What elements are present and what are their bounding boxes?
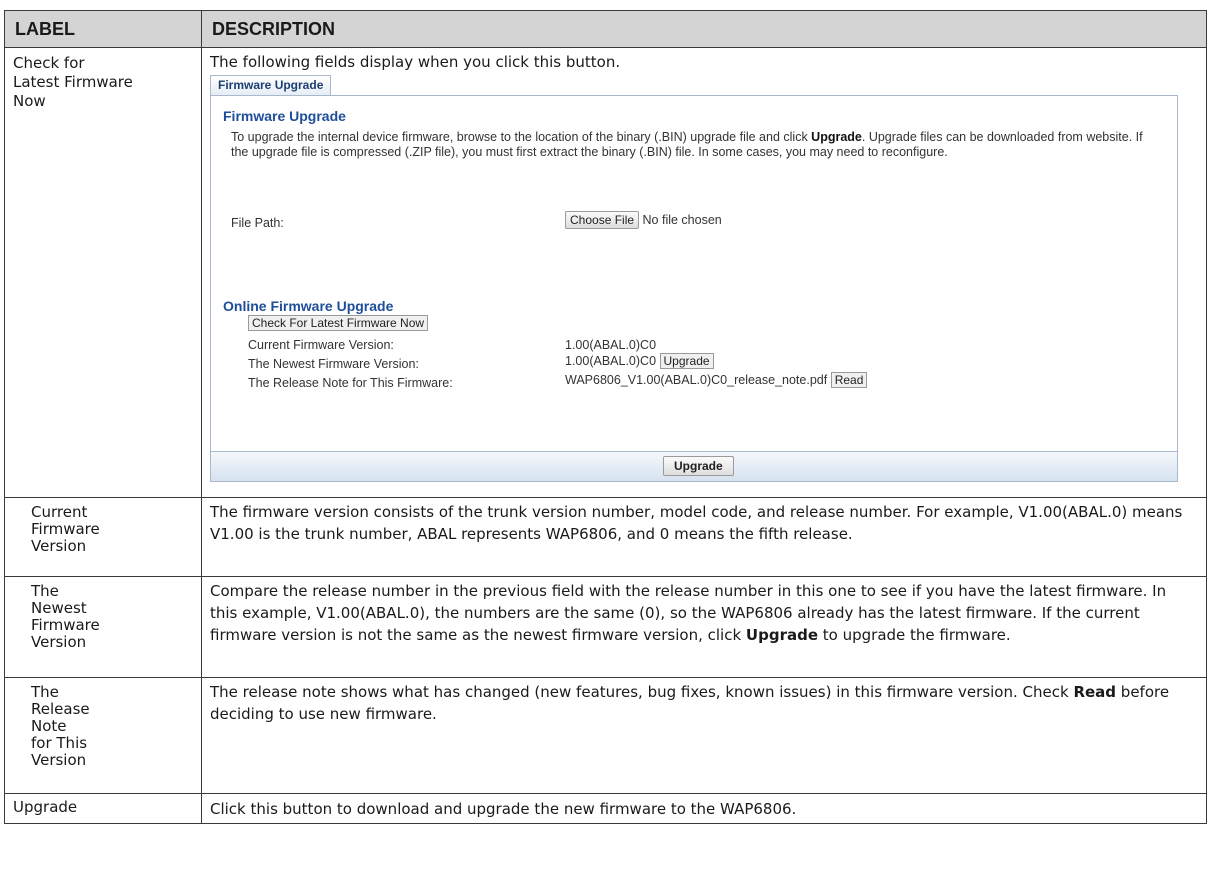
row-label-release-note: The Release Note for This Version: [4, 677, 202, 794]
firmware-field-table: LABEL DESCRIPTION Check for Latest Firmw…: [4, 10, 1207, 824]
footer-upgrade-button[interactable]: Upgrade: [663, 456, 734, 476]
firmware-upgrade-screenshot: Firmware Upgrade Firmware Upgrade To upg…: [210, 73, 1178, 482]
read-button[interactable]: Read: [830, 372, 868, 388]
inline-upgrade-button[interactable]: Upgrade: [659, 353, 714, 369]
check-latest-wrapper: Check For Latest Firmware Now: [248, 312, 429, 334]
file-path-label: File Path:: [231, 216, 284, 230]
row-label-text: The Release Note for This Version: [31, 683, 90, 769]
table-row: The Newest Firmware Version Compare the …: [4, 576, 1207, 678]
row-label-current-version: Current Firmware Version: [4, 497, 202, 577]
row-label-text: Current Firmware Version: [31, 503, 100, 555]
row-label-text: Check for Latest Firmware Now: [13, 54, 133, 110]
newest-version-value: 1.00(ABAL.0)C0: [565, 354, 657, 368]
check-latest-firmware-button[interactable]: Check For Latest Firmware Now: [248, 315, 429, 331]
firmware-upgrade-panel: Firmware Upgrade To upgrade the internal…: [210, 95, 1178, 452]
row-label-newest-version: The Newest Firmware Version: [4, 576, 202, 678]
firmware-upgrade-instructions: To upgrade the internal device firmware,…: [231, 130, 1161, 160]
row-description-check-latest: The following fields display when you cl…: [201, 47, 1207, 498]
release-note-label: The Release Note for This Firmware:: [248, 376, 453, 390]
description-column-header: DESCRIPTION: [201, 10, 1207, 48]
no-file-chosen-text: No file chosen: [642, 213, 722, 227]
tab-firmware-upgrade[interactable]: Firmware Upgrade: [210, 75, 332, 95]
table-row: The Release Note for This Version The re…: [4, 677, 1207, 794]
release-note-filename: WAP6806_V1.00(ABAL.0)C0_release_note.pdf: [565, 373, 828, 387]
table-row: Upgrade Click this button to download an…: [4, 793, 1207, 824]
instructions-bold-upgrade: Upgrade: [811, 130, 862, 144]
table-header-row: LABEL DESCRIPTION: [4, 10, 1207, 48]
row-label-text: The Newest Firmware Version: [31, 582, 100, 651]
section-title-firmware-upgrade: Firmware Upgrade: [223, 108, 346, 124]
description-text-end: to upgrade the firmware.: [818, 626, 1011, 644]
choose-file-button[interactable]: Choose File: [565, 211, 640, 229]
row-description-current-version: The firmware version consists of the tru…: [201, 497, 1207, 577]
row-description-newest-version: Compare the release number in the previo…: [201, 576, 1207, 678]
row-label-check-latest: Check for Latest Firmware Now: [4, 47, 202, 498]
instructions-text: To upgrade the internal device firmware,…: [231, 130, 812, 144]
label-column-header: LABEL: [4, 10, 202, 48]
row-description-upgrade: Click this button to download and upgrad…: [201, 793, 1207, 824]
row-intro-text: The following fields display when you cl…: [210, 53, 621, 71]
table-row: Check for Latest Firmware Now The follow…: [4, 47, 1207, 498]
panel-footer-bar: Upgrade: [210, 452, 1178, 482]
release-note-row: WAP6806_V1.00(ABAL.0)C0_release_note.pdf…: [565, 369, 868, 391]
description-bold-read: Read: [1073, 683, 1117, 701]
table-row: Current Firmware Version The firmware ve…: [4, 497, 1207, 577]
description-text: The release note shows what has changed …: [210, 683, 1074, 701]
file-chooser: Choose File No file chosen: [565, 209, 722, 231]
description-text: Compare the release number in the previo…: [210, 582, 1167, 644]
row-label-upgrade: Upgrade: [4, 793, 202, 824]
row-description-release-note: The release note shows what has changed …: [201, 677, 1207, 794]
description-bold-upgrade: Upgrade: [745, 626, 819, 644]
